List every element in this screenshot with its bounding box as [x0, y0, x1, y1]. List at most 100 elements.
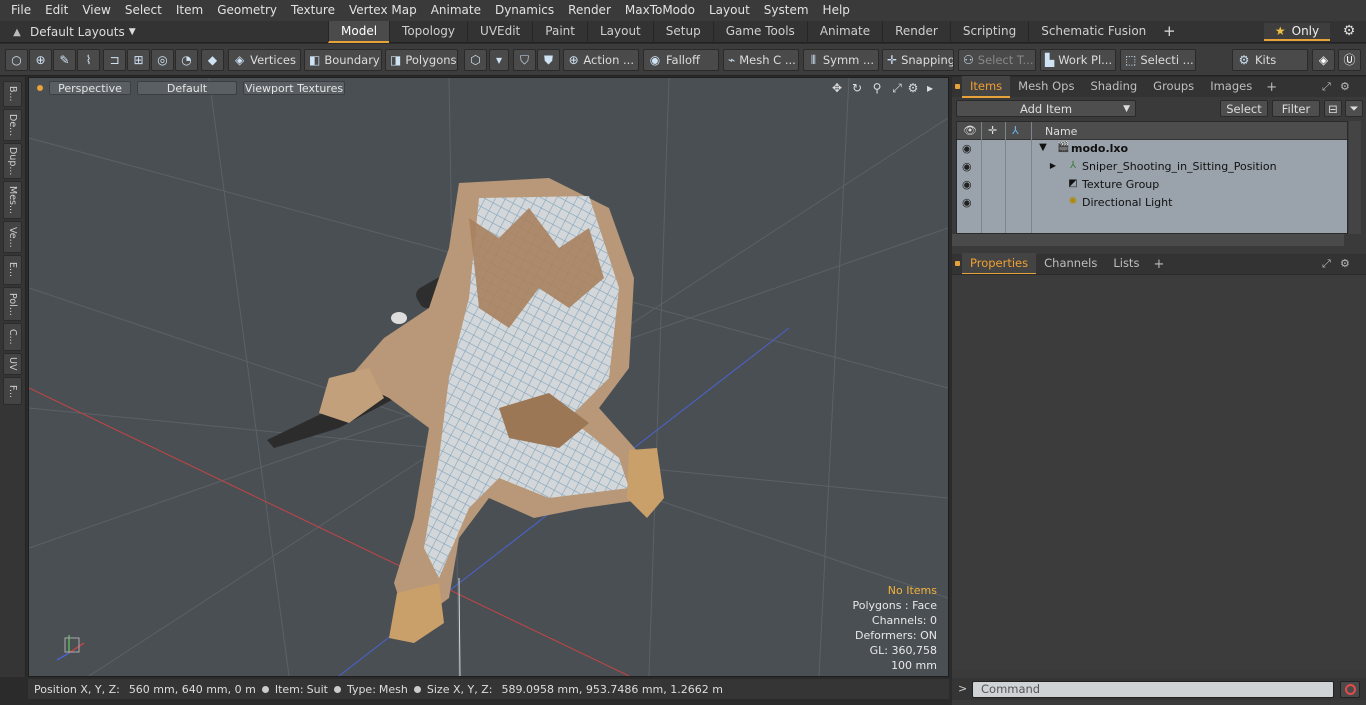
menu-animate[interactable]: Animate [424, 0, 488, 21]
tab-setup[interactable]: Setup [652, 21, 713, 43]
left-tab-2[interactable]: De... [3, 109, 22, 141]
tree-row-scene[interactable]: ◉ ▼ 🎬 modo.lxo [957, 140, 1347, 158]
tab-render[interactable]: Render [882, 21, 950, 43]
viewport-textures-button[interactable]: Viewport Textures [243, 81, 345, 95]
action-center-button[interactable]: ⊕ Action ... [563, 49, 639, 71]
menu-geometry[interactable]: Geometry [210, 0, 284, 21]
add-tab-icon[interactable]: + [1260, 80, 1283, 95]
pan-icon[interactable]: ✥ [829, 81, 845, 95]
command-stop-button[interactable] [1340, 681, 1360, 698]
left-tab-5[interactable]: Ve... [3, 221, 22, 253]
vertices-button[interactable]: ◈ Vertices [228, 49, 301, 71]
panel-tab-groups[interactable]: Groups [1145, 76, 1202, 98]
left-tab-7[interactable]: Pol... [3, 287, 22, 321]
panel-tab-channels[interactable]: Channels [1036, 253, 1105, 275]
type-column-icon[interactable]: ⅄ [1012, 124, 1019, 137]
add-layout-tab-icon[interactable]: + [1158, 21, 1180, 43]
eye-icon[interactable]: ◉ [962, 160, 972, 173]
tab-layout[interactable]: Layout [586, 21, 653, 43]
tab-scripting[interactable]: Scripting [949, 21, 1028, 43]
sniper-model[interactable] [267, 178, 664, 643]
command-input[interactable]: Command [972, 681, 1334, 698]
visibility-column-icon[interactable]: 👁 [963, 124, 977, 137]
left-tab-8[interactable]: C... [3, 323, 22, 351]
left-tab-4[interactable]: Mes... [3, 181, 22, 219]
tab-uvedit[interactable]: UVEdit [467, 21, 532, 43]
panel-tab-lists[interactable]: Lists [1105, 253, 1147, 275]
unreal-button[interactable]: Ⓤ [1338, 49, 1361, 71]
menu-layout[interactable]: Layout [702, 0, 757, 21]
menu-view[interactable]: View [75, 0, 117, 21]
shading-mode-button[interactable]: Default [137, 81, 237, 95]
play-arrow-icon[interactable]: ▸ [922, 81, 938, 95]
zoom-icon[interactable]: ⚲ [869, 81, 885, 95]
sculpt-button[interactable]: ⌇ [77, 49, 100, 71]
frame-button[interactable]: ◎ [151, 49, 174, 71]
menu-vertex-map[interactable]: Vertex Map [342, 0, 424, 21]
center-button[interactable]: ⊞ [127, 49, 150, 71]
left-tab-3[interactable]: Dup... [3, 143, 22, 179]
item-tree[interactable]: 👁 ✛ ⅄ Name ◉ ▼ 🎬 modo.lxo ◉ ▶ ⅄ Sniper_S… [956, 121, 1348, 234]
left-tab-10[interactable]: F... [3, 377, 22, 405]
panel-tab-images[interactable]: Images [1202, 76, 1260, 98]
gear-icon[interactable]: ⚙ [1338, 23, 1360, 41]
tab-animate[interactable]: Animate [806, 21, 882, 43]
panel-menu-marker[interactable] [952, 77, 962, 97]
item-mode-button[interactable]: ◆ [201, 49, 224, 71]
left-tab-6[interactable]: E... [3, 255, 22, 285]
menu-dynamics[interactable]: Dynamics [488, 0, 561, 21]
tab-model[interactable]: Model [328, 21, 390, 43]
panel-tab-shading[interactable]: Shading [1082, 76, 1145, 98]
funnel-button[interactable]: ⏷ [1345, 100, 1363, 117]
select-button[interactable]: Select [1220, 100, 1268, 117]
panel-gear-icon[interactable]: ⚙ [1340, 80, 1350, 93]
boundary-button[interactable]: ◧ Boundary [304, 49, 382, 71]
left-tab-9[interactable]: UV [3, 353, 22, 375]
falloff-button[interactable]: ◉ Falloff [643, 49, 719, 71]
pen-button[interactable]: ✎ [53, 49, 76, 71]
tree-row-texture-group[interactable]: ◉ ◩ Texture Group [957, 176, 1347, 194]
eye-icon[interactable]: ◉ [962, 178, 972, 191]
eye-icon[interactable]: ◉ [962, 142, 972, 155]
symmetry-toggle-button[interactable]: ⛉ [513, 49, 536, 71]
maximize-icon[interactable]: ⤢ [889, 81, 905, 95]
globe-button[interactable]: ⊕ [29, 49, 52, 71]
left-tab-1[interactable]: B... [3, 81, 22, 107]
layout-select[interactable]: ▲ Default Layouts ▼ [4, 23, 324, 41]
circle-select-button[interactable]: ○ [5, 49, 28, 71]
expand-icon[interactable]: ⤢ [1322, 257, 1331, 271]
symmetry-button[interactable]: ⦀ Symm ... [803, 49, 879, 71]
rotate-icon[interactable]: ↻ [849, 81, 865, 95]
viewport-menu-dot[interactable] [37, 85, 43, 91]
work-plane-button[interactable]: ▙ Work Pl... [1040, 49, 1116, 71]
menu-item[interactable]: Item [169, 0, 210, 21]
menu-system[interactable]: System [757, 0, 816, 21]
expand-icon[interactable]: ⤢ [1322, 80, 1331, 94]
panel-tab-properties[interactable]: Properties [962, 253, 1037, 275]
panel-tab-mesh-ops[interactable]: Mesh Ops [1010, 76, 1082, 98]
menu-maxtomodo[interactable]: MaxToModo [618, 0, 702, 21]
menu-edit[interactable]: Edit [38, 0, 75, 21]
add-item-button[interactable]: Add Item ▼ [956, 100, 1136, 117]
tree-horizontal-scrollbar[interactable] [952, 234, 1344, 246]
snapping-button[interactable]: ✛ Snapping [882, 49, 954, 71]
tab-game-tools[interactable]: Game Tools [712, 21, 807, 43]
tree-vertical-scrollbar[interactable] [1349, 121, 1361, 234]
panel-gear-icon[interactable]: ⚙ [1340, 257, 1350, 270]
tab-paint[interactable]: Paint [532, 21, 587, 43]
selection-sets-button[interactable]: ⬚ Selecti ... [1120, 49, 1196, 71]
polygons-button[interactable]: ◨ Polygons [385, 49, 458, 71]
mesh-constraints-button[interactable]: ⌁ Mesh C ... [723, 49, 799, 71]
bridge-button[interactable]: ⊐ [103, 49, 126, 71]
select-through-button[interactable]: ⚇ Select T... [958, 49, 1036, 71]
viewport-gear-icon[interactable]: ⚙ [905, 81, 921, 95]
panel-menu-marker[interactable] [952, 254, 962, 274]
menu-select[interactable]: Select [118, 0, 169, 21]
lock-column-icon[interactable]: ✛ [988, 124, 997, 137]
material-dropdown[interactable]: ▾ [489, 49, 509, 71]
menu-render[interactable]: Render [561, 0, 618, 21]
eye-icon[interactable]: ◉ [962, 196, 972, 209]
menu-file[interactable]: File [4, 0, 38, 21]
menu-texture[interactable]: Texture [284, 0, 342, 21]
expand-arrow-icon[interactable]: ▶ [1047, 160, 1059, 172]
